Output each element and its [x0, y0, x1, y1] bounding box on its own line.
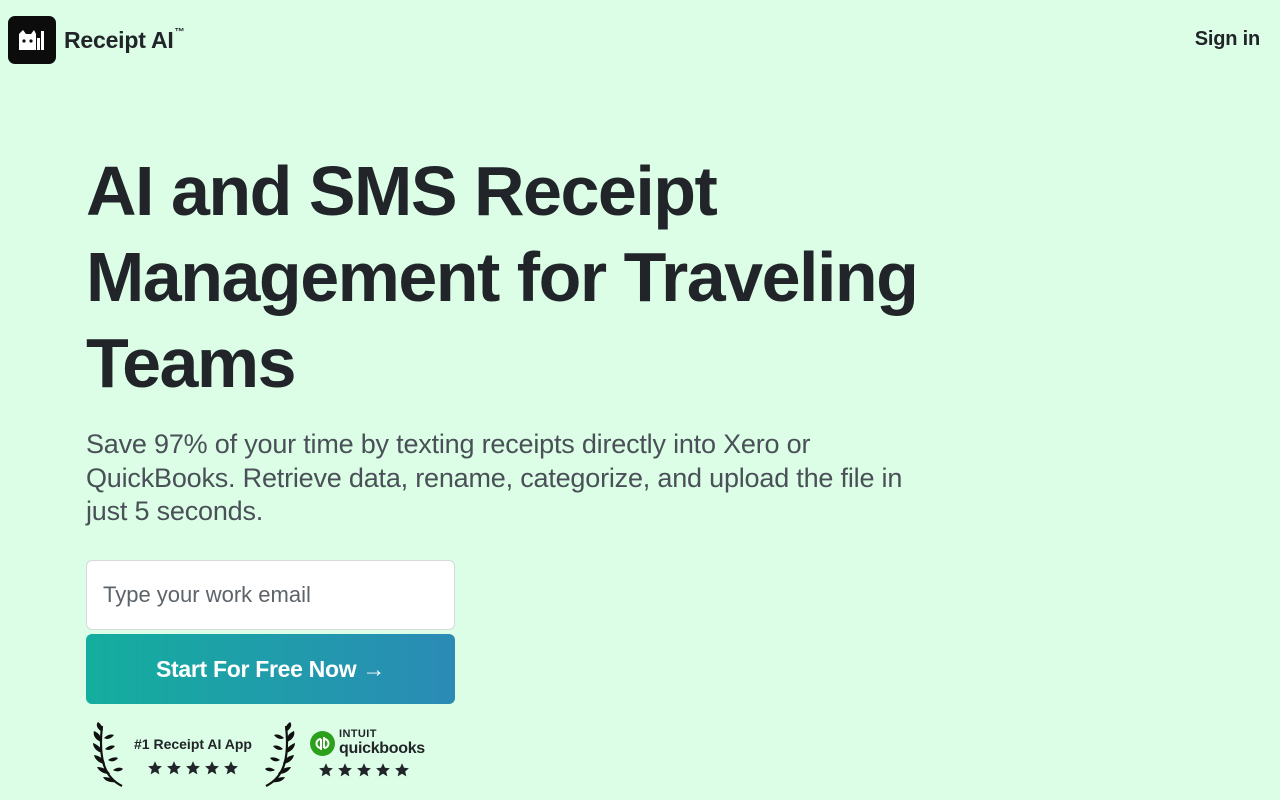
trust-badges: #1 Receipt AI App INTUIT quickbooks	[90, 720, 430, 792]
star-icon	[167, 761, 181, 775]
star-icon	[319, 763, 333, 777]
brand-home-link[interactable]: Receipt AI™	[8, 16, 185, 64]
star-icon	[357, 763, 371, 777]
star-icon	[224, 761, 238, 775]
quickbooks-rating	[318, 762, 410, 778]
star-icon	[338, 763, 352, 777]
star-icon	[148, 761, 162, 775]
star-icon	[395, 763, 409, 777]
top-navigation: Receipt AI™ Sign in	[0, 0, 1280, 80]
star-icon	[186, 761, 200, 775]
star-icon	[376, 763, 390, 777]
start-for-free-label: Start For Free Now	[155, 655, 357, 682]
start-for-free-button[interactable]: Start For Free Now →	[86, 634, 455, 704]
hero-title: AI and SMS Receipt Management for Travel…	[86, 152, 919, 402]
laurel-wreath-icon	[265, 722, 295, 787]
quickbooks-logo-icon	[310, 730, 335, 756]
quickbooks-badge: INTUIT quickbooks	[310, 729, 425, 757]
hero-subtitle: Save 97% of your time by texting receipt…	[86, 429, 903, 526]
star-icon	[205, 761, 219, 775]
cat-receipt-logo-icon	[8, 16, 56, 64]
work-email-input[interactable]	[86, 560, 455, 630]
laurel-wreath-icon	[93, 722, 123, 787]
arrow-right-icon: →	[362, 655, 386, 682]
intuit-wordmark: INTUIT	[339, 728, 377, 740]
brand-name: Receipt AI™	[64, 26, 185, 53]
trademark-mark: ™	[174, 26, 185, 38]
sign-in-link[interactable]: Sign in	[1195, 28, 1260, 51]
award-rating	[147, 760, 239, 776]
award-label: #1 Receipt AI App	[134, 736, 252, 752]
quickbooks-wordmark: quickbooks	[339, 740, 425, 757]
